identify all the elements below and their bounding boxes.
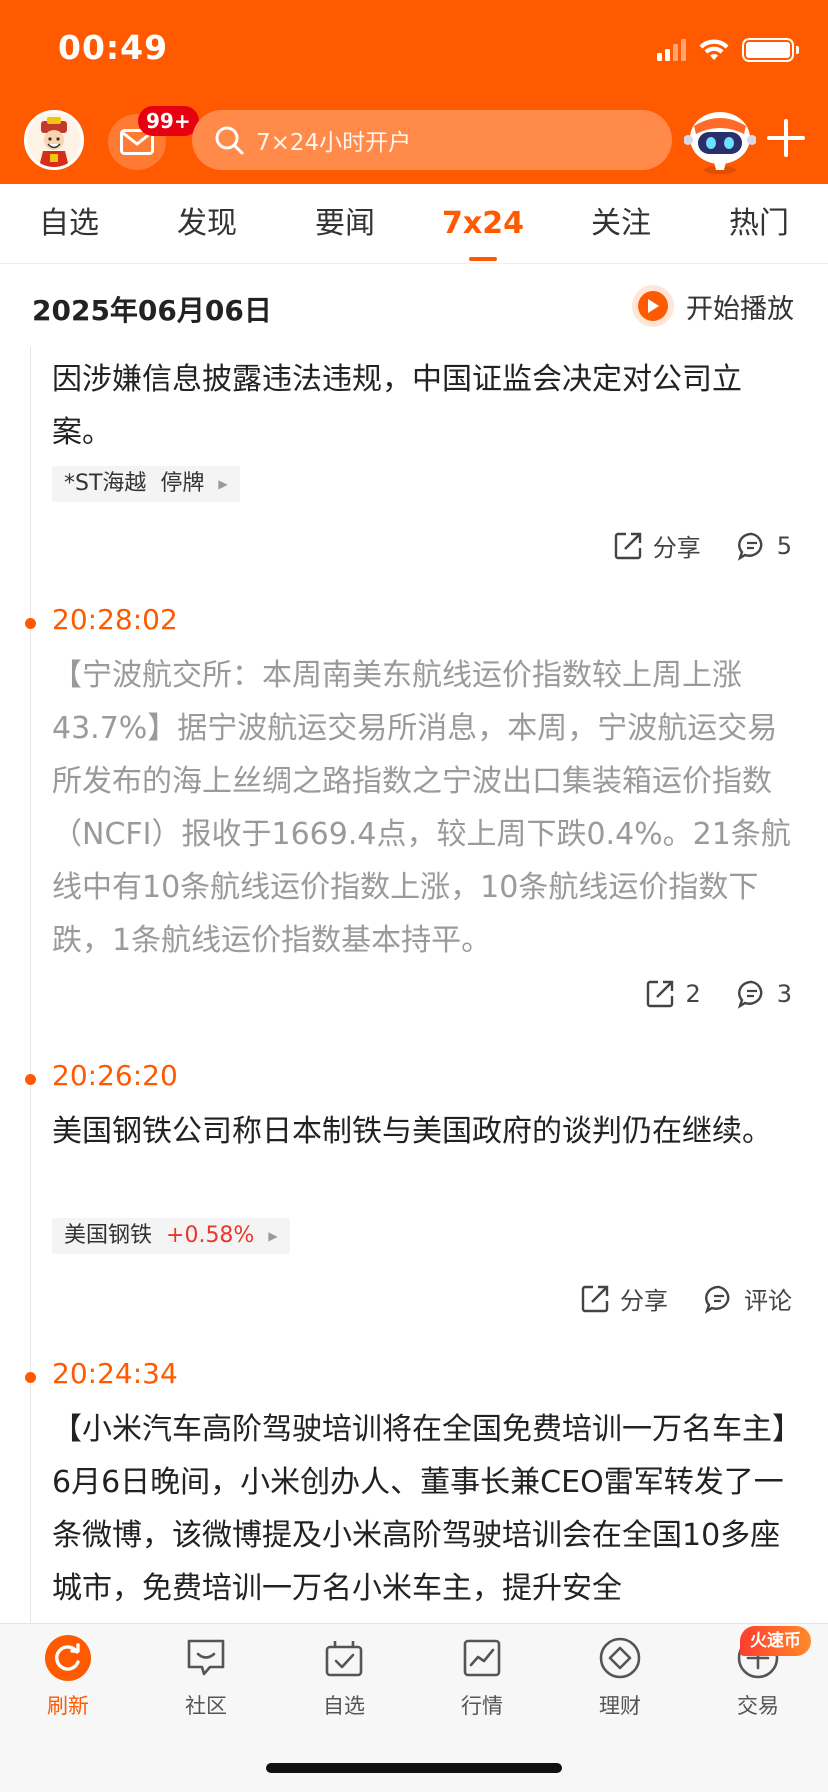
comment-button[interactable]: 评论 xyxy=(704,1281,792,1316)
play-icon xyxy=(632,285,674,327)
start-playback-label: 开始播放 xyxy=(686,293,794,325)
app-header: 00:49 99+ 7×24小时开户 xyxy=(0,0,828,184)
timeline-dot xyxy=(25,1372,36,1383)
promo-badge: 火速币 xyxy=(740,1626,811,1656)
item-actions: 分享 评论 xyxy=(580,1281,792,1316)
wifi-icon xyxy=(699,39,729,60)
stock-status: 停牌 xyxy=(160,471,205,496)
status-icons xyxy=(657,36,799,64)
news-text: 因涉嫌信息披露违法违规，中国证监会决定对公司立案。 xyxy=(52,362,742,450)
stock-change: +0.58% xyxy=(166,1223,255,1248)
nav-refresh[interactable]: 刷新 xyxy=(18,1634,118,1720)
tab-headlines[interactable]: 要闻 xyxy=(276,184,414,263)
nav-wealth[interactable]: 理财 xyxy=(570,1634,670,1720)
timeline-dot xyxy=(25,618,36,629)
tab-7x24[interactable]: 7x24 xyxy=(414,184,552,263)
watchlist-icon xyxy=(320,1634,368,1682)
unread-badge: 99+ xyxy=(138,106,199,136)
share-icon xyxy=(614,532,641,559)
news-time: 20:26:20 xyxy=(52,1059,178,1092)
search-icon xyxy=(215,126,244,155)
news-text: 【小米汽车高阶驾驶培训将在全国免费培训一万名车主】6月6日晚间，小米创办人、董事… xyxy=(52,1412,787,1606)
nav-label: 行情 xyxy=(461,1694,503,1718)
news-text: 【宁波航交所：本周南美东航线运价指数较上周上涨43.7%】据宁波航运交易所消息，… xyxy=(52,658,791,958)
tab-watchlist[interactable]: 自选 xyxy=(0,184,138,263)
item-actions: 分享 5 xyxy=(613,528,792,563)
news-feed[interactable]: 因涉嫌信息披露违法违规，中国证监会决定对公司立案。 *ST海越 停牌 ▶ 分享 xyxy=(0,347,828,1623)
robot-mascot-button[interactable] xyxy=(683,104,757,176)
news-time: 20:28:02 xyxy=(52,603,178,636)
comment-button[interactable]: 3 xyxy=(737,979,792,1009)
news-time: 20:24:34 xyxy=(52,1357,178,1390)
share-count: 2 xyxy=(685,980,701,1008)
tab-following[interactable]: 关注 xyxy=(552,184,690,263)
feed-date: 2025年06月06日 xyxy=(32,294,272,327)
refresh-icon xyxy=(44,1634,92,1682)
battery-icon xyxy=(742,38,799,62)
comment-count: 3 xyxy=(776,980,792,1008)
user-avatar[interactable] xyxy=(24,110,84,170)
add-button[interactable] xyxy=(766,118,806,158)
item-actions: 2 3 xyxy=(645,979,792,1009)
caret-right-icon: ▶ xyxy=(218,477,228,491)
search-input[interactable]: 7×24小时开户 xyxy=(192,110,672,170)
cellular-signal-icon xyxy=(657,39,686,61)
stock-name: *ST海越 xyxy=(64,471,147,496)
community-icon xyxy=(182,1634,230,1682)
wealth-icon xyxy=(596,1634,644,1682)
comment-count: 5 xyxy=(776,531,792,560)
comment-icon xyxy=(737,532,763,561)
nav-label: 交易 xyxy=(737,1694,779,1718)
comment-icon xyxy=(737,980,763,1009)
share-label: 分享 xyxy=(652,534,701,562)
market-icon xyxy=(458,1634,506,1682)
timeline-line xyxy=(30,347,31,1623)
status-time: 00:49 xyxy=(58,28,169,67)
stock-name: 美国钢铁 xyxy=(64,1223,153,1248)
share-label: 分享 xyxy=(620,1287,668,1315)
comment-button[interactable]: 5 xyxy=(737,531,792,561)
plus-icon xyxy=(767,119,805,157)
category-tabs: 自选 发现 要闻 7x24 关注 热门 xyxy=(0,184,828,264)
date-header: 2025年06月06日 开始播放 xyxy=(0,265,828,347)
start-playback-button[interactable]: 开始播放 xyxy=(632,285,794,327)
fortune-god-avatar-icon xyxy=(27,113,81,167)
nav-label: 社区 xyxy=(185,1694,227,1718)
search-placeholder: 7×24小时开户 xyxy=(256,130,412,156)
stock-tag[interactable]: *ST海越 停牌 ▶ xyxy=(52,466,240,502)
nav-market[interactable]: 行情 xyxy=(432,1634,532,1720)
caret-right-icon: ▶ xyxy=(268,1229,278,1243)
news-text: 美国钢铁公司称日本制铁与美国政府的谈判仍在继续。 xyxy=(52,1114,772,1149)
nav-watchlist[interactable]: 自选 xyxy=(294,1634,394,1720)
tab-discover[interactable]: 发现 xyxy=(138,184,276,263)
robot-mascot-icon xyxy=(683,112,757,174)
timeline-dot xyxy=(25,1074,36,1085)
nav-community[interactable]: 社区 xyxy=(156,1634,256,1720)
share-button[interactable]: 分享 xyxy=(613,528,701,563)
stock-tag[interactable]: 美国钢铁 +0.58% ▶ xyxy=(52,1218,290,1254)
share-icon xyxy=(647,980,674,1008)
nav-label: 理财 xyxy=(599,1694,641,1718)
home-indicator[interactable] xyxy=(266,1763,562,1773)
comment-icon xyxy=(704,1285,730,1314)
nav-label: 自选 xyxy=(323,1694,365,1718)
share-button[interactable]: 分享 xyxy=(580,1281,668,1316)
nav-label: 刷新 xyxy=(47,1694,89,1718)
comment-label: 评论 xyxy=(744,1287,792,1315)
tab-hot[interactable]: 热门 xyxy=(690,184,828,263)
share-icon xyxy=(581,1285,609,1312)
share-button[interactable]: 2 xyxy=(645,979,701,1009)
